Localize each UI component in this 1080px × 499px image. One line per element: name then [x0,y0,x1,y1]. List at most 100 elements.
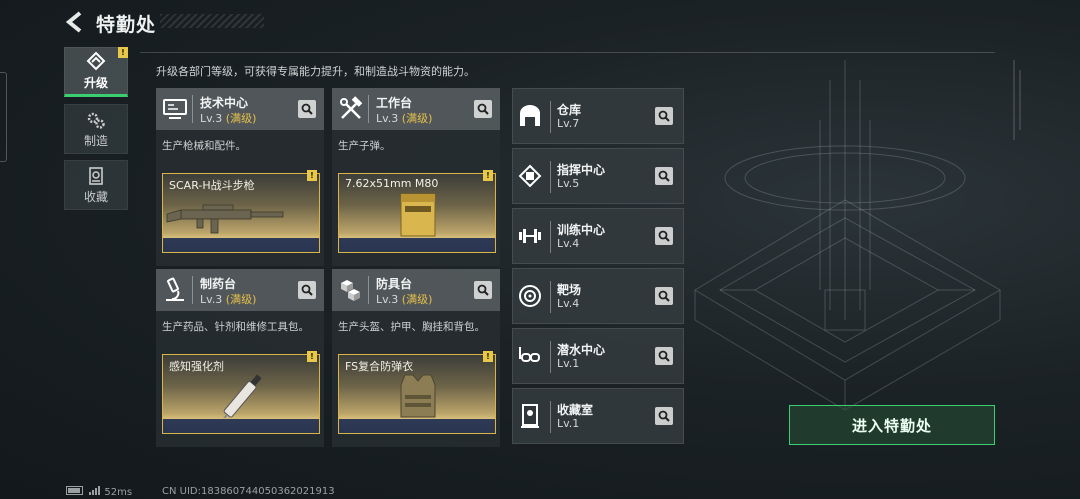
search-button[interactable] [298,100,316,118]
separator [550,161,551,193]
search-button[interactable] [655,167,673,185]
alert-badge: ! [483,351,493,362]
separator [192,276,193,304]
header-divider [140,52,995,53]
facility-diving-center[interactable]: 潜水中心 Lv.1 [512,328,684,384]
facility-level: Lv.7 [557,117,580,130]
facility-name: 潜水中心 [557,343,606,357]
facility-name: 靶场 [557,283,582,297]
user-id: CN UID:1838607440503620219​13 [162,486,335,497]
search-button[interactable] [655,287,673,305]
search-button[interactable] [655,227,673,245]
diving-mask-icon [519,347,540,362]
search-button[interactable] [298,281,316,299]
facility-level: Lv.1 [557,357,580,370]
warehouse-icon [520,105,540,126]
facility-level: Lv.1 [557,417,580,430]
workshop-level: Lv.3 (满级) [200,293,257,306]
magnifier-icon [658,230,670,242]
facility-command-center[interactable]: 指挥中心 Lv.5 [512,148,684,204]
magnifier-icon [658,170,670,182]
separator [368,95,369,123]
separator [550,101,551,133]
enter-special-ops-button[interactable]: 进入特勤处 [789,405,995,445]
tab-upgrade[interactable]: ! 升级 [64,47,128,97]
facility-level: Lv.4 [557,237,580,250]
workshop-name: 工作台 [376,96,413,110]
facility-name: 收藏室 [557,403,594,417]
product-slot[interactable]: ! FS复合防弹衣 [338,351,496,434]
page-description: 升级各部门等级，可获得专属能力提升，和制造战斗物资的能力。 [156,65,475,78]
alert-badge: ! [307,351,317,362]
alert-badge: ! [307,170,317,181]
facility-collection-room[interactable]: 收藏室 Lv.1 [512,388,684,444]
syringe-image [220,374,262,418]
alert-badge: ! [118,47,128,58]
magnifier-icon [658,290,670,302]
separator [550,401,551,433]
separator [550,341,551,373]
dumbbell-icon [519,229,541,243]
magnifier-icon [477,103,489,115]
cubes-icon [341,280,360,301]
tab-label: 制造 [83,133,108,148]
magnifier-icon [301,284,313,296]
workshop-level: Lv.3 (满级) [376,293,433,306]
rifle-image [166,204,284,234]
back-arrow-icon[interactable] [64,10,86,34]
product-slot[interactable]: ! 7.62x51mm M80 [338,170,496,253]
search-button[interactable] [655,107,673,125]
workshop-card-workbench[interactable]: 工作台 Lv.3 (满级) 生产子弹。 ! 7.62x51mm M80 [332,88,500,266]
separator [368,276,369,304]
page-title: 特勤处 [96,14,157,36]
body-armor-image [400,374,436,418]
magnifier-icon [658,350,670,362]
card-header: 制药台 Lv.3 (满级) [156,269,324,311]
workshop-description: 生产头盔、护甲、胸挂和背包。 [338,321,485,333]
separator [550,281,551,313]
facility-shooting-range[interactable]: 靶场 Lv.4 [512,268,684,324]
workshop-level: Lv.3 (满级) [376,112,433,125]
tab-label: 收藏 [83,189,108,204]
product-name: 7.62x51mm M80 [345,177,439,190]
microscope-icon [166,277,184,301]
search-button[interactable] [655,347,673,365]
product-slot[interactable]: ! SCAR-H战斗步枪 [162,170,320,253]
battery-icon [66,486,83,495]
facility-name: 指挥中心 [557,163,606,177]
tab-collection[interactable]: 收藏 [64,160,128,210]
magnifier-icon [658,410,670,422]
workshop-card-pharmacy[interactable]: 制药台 Lv.3 (满级) 生产药品、针剂和维修工具包。 ! 感知强化剂 [156,269,324,447]
search-button[interactable] [655,407,673,425]
separator [550,221,551,253]
workshop-card-armor-bench[interactable]: 防具台 Lv.3 (满级) 生产头盔、护甲、胸挂和背包。 ! FS复合防弹衣 [332,269,500,447]
workshop-description: 生产药品、针剂和维修工具包。 [162,321,309,333]
facility-warehouse[interactable]: 仓库 Lv.7 [512,88,684,144]
product-name: FS复合防弹衣 [345,360,414,373]
title-decoration [160,14,264,28]
card-header: 工作台 Lv.3 (满级) [332,88,500,130]
workshop-description: 生产枪械和配件。 [162,140,246,152]
card-header: 技术中心 Lv.3 (满级) [156,88,324,130]
workshop-name: 制药台 [200,277,237,291]
product-name: SCAR-H战斗步枪 [169,179,255,192]
magnifier-icon [477,284,489,296]
upgrade-icon [86,51,106,70]
tab-manufacture[interactable]: 制造 [64,104,128,154]
product-slot[interactable]: ! 感知强化剂 [162,351,320,434]
search-button[interactable] [474,281,492,299]
collection-room-icon [521,404,539,428]
ammo-box-image [400,193,436,237]
tab-label: 升级 [83,75,108,90]
facility-name: 仓库 [557,103,582,117]
facility-level: Lv.5 [557,177,580,190]
workshop-description: 生产子弹。 [338,140,391,152]
gears-icon [87,112,105,129]
workshop-card-tech-center[interactable]: 技术中心 Lv.3 (满级) 生产枪械和配件。 ! SCAR-H战斗步枪 [156,88,324,266]
search-button[interactable] [474,100,492,118]
collection-icon [89,166,103,185]
facility-training-center[interactable]: 训练中心 Lv.4 [512,208,684,264]
drawer-handle[interactable] [0,72,7,162]
magnifier-icon [658,110,670,122]
workshop-name: 防具台 [376,277,413,291]
